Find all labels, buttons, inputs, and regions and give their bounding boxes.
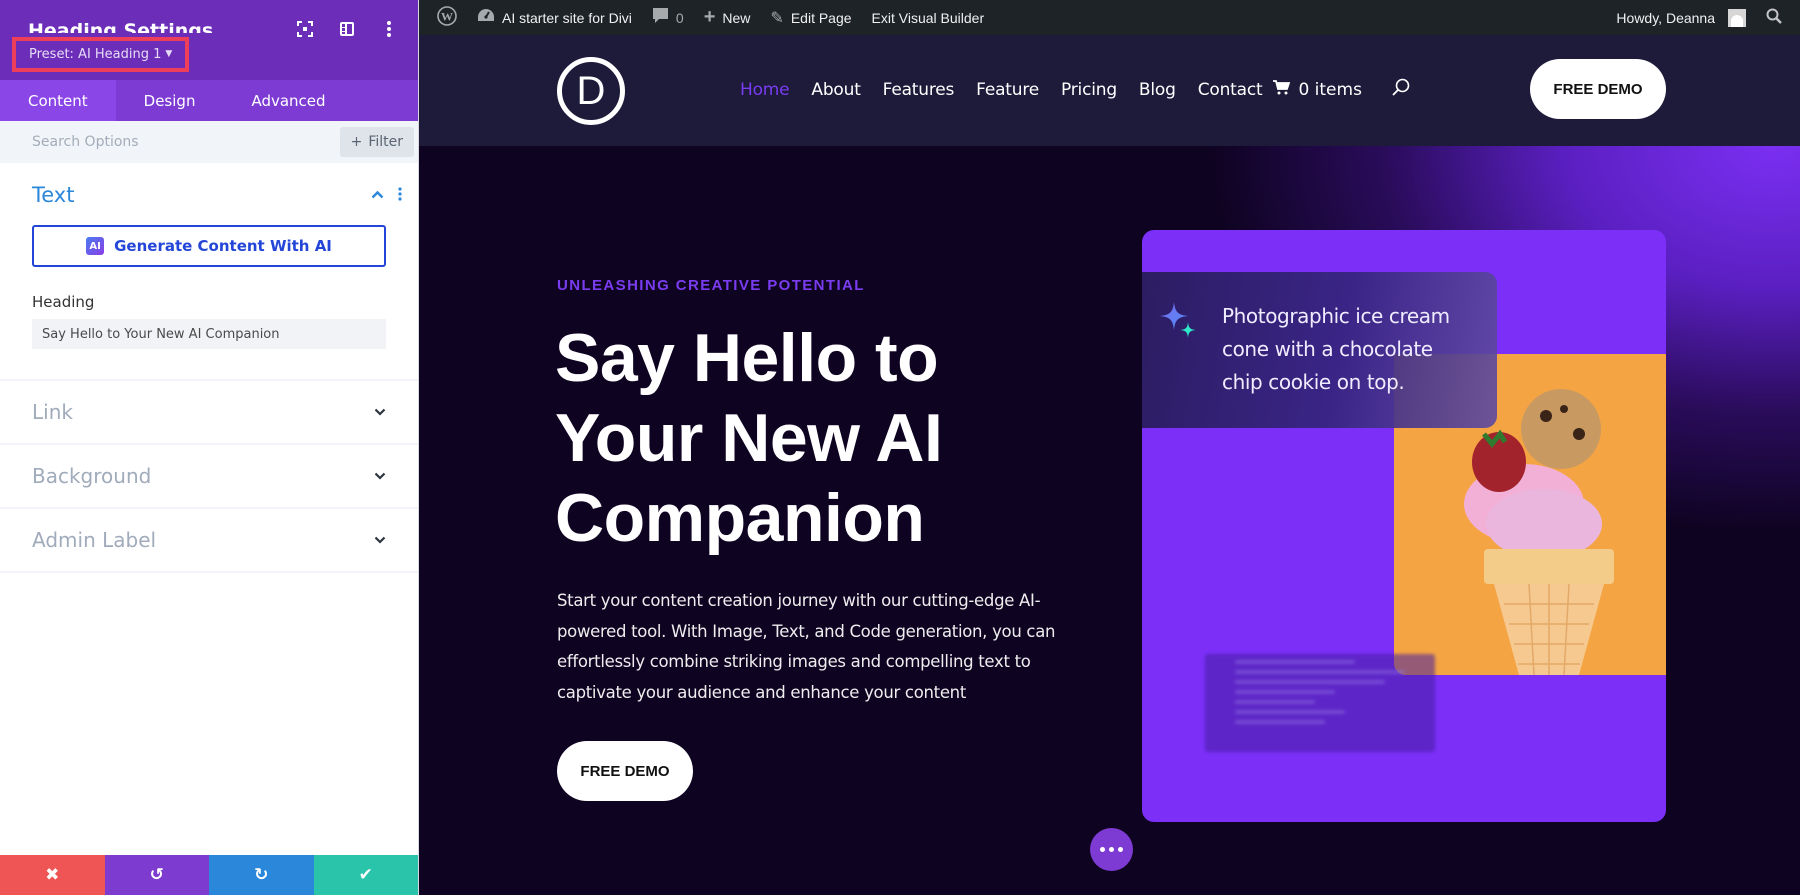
generate-content-ai-button[interactable]: AI Generate Content With AI	[32, 225, 386, 267]
split-view-icon[interactable]	[338, 20, 356, 38]
svg-text:W: W	[441, 10, 453, 24]
heading-field-input[interactable]	[32, 319, 386, 349]
comment-icon	[652, 7, 669, 29]
preset-selector[interactable]: Preset: AI Heading 1 ▼	[12, 37, 190, 72]
heading-field-label: Heading	[32, 293, 95, 311]
plus-icon: +	[703, 6, 716, 28]
panel-empty-area	[0, 573, 418, 855]
section-text-header[interactable]: Text	[32, 183, 402, 207]
cart-icon	[1273, 79, 1291, 100]
section-text: Text AI Generate Content With AI Heading	[0, 163, 418, 381]
site-header: D Home About Features Feature Pricing Bl…	[419, 35, 1800, 146]
tab-content[interactable]: Content	[0, 80, 116, 121]
pencil-icon: ✎	[770, 9, 784, 27]
comments-link[interactable]: 0	[642, 7, 694, 29]
new-label: New	[722, 9, 751, 26]
site-name: AI starter site for Divi	[502, 9, 632, 26]
cancel-button[interactable]: ✖	[0, 855, 105, 895]
hero-section: UNLEASHING CREATIVE POTENTIAL Say Hello …	[419, 146, 1800, 895]
redo-button[interactable]: ↻	[209, 855, 314, 895]
chevron-down-icon	[374, 469, 386, 484]
panel-tabs: Content Design Advanced	[0, 80, 418, 121]
hero-heading[interactable]: Say Hello to Your New AI Companion	[555, 318, 1075, 558]
main-nav: Home About Features Feature Pricing Blog…	[729, 78, 1410, 101]
hero-eyebrow: UNLEASHING CREATIVE POTENTIAL	[557, 277, 865, 294]
builder-options-button[interactable]	[1090, 828, 1133, 871]
wordpress-icon: W	[437, 6, 457, 29]
redo-icon: ↻	[254, 865, 269, 885]
new-content-link[interactable]: + New	[694, 6, 761, 29]
wordpress-logo-button[interactable]: W	[427, 6, 467, 29]
section-background-label: Background	[32, 464, 152, 488]
site-logo[interactable]: D	[557, 57, 625, 125]
section-options-icon[interactable]	[398, 186, 402, 205]
ai-prompt-card: Photographic ice cream cone with a choco…	[1142, 272, 1497, 428]
settings-panel: Heading Settings Preset: AI Heading 1 ▼ C…	[0, 0, 419, 895]
search-icon	[1766, 8, 1782, 27]
save-button[interactable]: ✔	[313, 855, 418, 895]
section-link[interactable]: Link	[0, 381, 418, 445]
account-menu[interactable]: Howdy, Deanna	[1606, 8, 1756, 27]
preset-label: Preset: AI Heading 1	[29, 47, 162, 62]
feature-card: Photographic ice cream cone with a choco…	[1142, 230, 1666, 822]
search-row: + Filter	[0, 121, 418, 163]
filter-label: Filter	[368, 134, 403, 150]
plus-icon: +	[350, 134, 363, 150]
dot-icon	[1109, 847, 1114, 852]
hero-body-text: Start your content creation journey with…	[557, 591, 1056, 702]
site-search-icon[interactable]	[1392, 78, 1410, 101]
nav-home[interactable]: Home	[729, 80, 800, 100]
section-background[interactable]: Background	[0, 445, 418, 509]
sparkle-icon	[1158, 300, 1202, 344]
edit-page-link[interactable]: ✎ Edit Page	[760, 8, 861, 28]
edit-page-label: Edit Page	[790, 9, 852, 26]
chevron-down-icon	[374, 533, 386, 548]
greeting: Howdy, Deanna	[1616, 9, 1715, 26]
undo-icon: ↺	[149, 865, 164, 885]
check-icon: ✔	[358, 865, 373, 885]
section-link-label: Link	[32, 400, 73, 424]
ai-button-label: Generate Content With AI	[114, 237, 332, 255]
section-admin-label-label: Admin Label	[32, 528, 157, 552]
site-name-link[interactable]: AI starter site for Divi	[467, 7, 642, 28]
code-snippet-preview	[1205, 654, 1435, 752]
tab-design[interactable]: Design	[116, 80, 224, 121]
expand-icon[interactable]	[296, 20, 314, 38]
nav-pricing[interactable]: Pricing	[1050, 80, 1128, 100]
more-options-icon[interactable]	[380, 20, 398, 38]
filter-button[interactable]: + Filter	[339, 127, 414, 157]
nav-about[interactable]: About	[800, 80, 871, 100]
nav-features[interactable]: Features	[872, 80, 966, 100]
panel-title: Heading Settings	[28, 20, 214, 33]
chevron-up-icon[interactable]	[371, 187, 384, 203]
cart-label: 0 items	[1298, 79, 1362, 100]
nav-blog[interactable]: Blog	[1128, 80, 1187, 100]
header-free-demo-button[interactable]: FREE DEMO	[1530, 59, 1666, 119]
exit-label: Exit Visual Builder	[871, 9, 985, 26]
dot-icon	[1100, 847, 1105, 852]
avatar	[1728, 8, 1746, 27]
section-title: Text	[32, 183, 75, 207]
undo-button[interactable]: ↺	[104, 855, 209, 895]
ai-icon: AI	[86, 237, 105, 255]
admin-search-button[interactable]	[1756, 8, 1792, 27]
wp-admin-bar: W AI starter site for Divi 0 + New ✎ Edi…	[419, 0, 1800, 35]
exit-visual-builder-link[interactable]: Exit Visual Builder	[862, 10, 995, 26]
nav-feature[interactable]: Feature	[965, 80, 1050, 100]
dashboard-icon	[477, 7, 495, 28]
comments-count: 0	[675, 9, 684, 26]
cart-link[interactable]: 0 items	[1273, 80, 1371, 100]
panel-header: Heading Settings Preset: AI Heading 1 ▼	[0, 0, 418, 80]
chevron-down-icon	[374, 405, 386, 420]
hero-free-demo-button[interactable]: FREE DEMO	[557, 741, 693, 801]
close-icon: ✖	[45, 865, 60, 885]
search-options-input[interactable]	[32, 134, 340, 150]
caret-down-icon: ▼	[165, 49, 173, 59]
ai-prompt-text: Photographic ice cream cone with a choco…	[1222, 304, 1450, 394]
panel-footer: ✖ ↺ ↻ ✔	[0, 855, 418, 895]
dot-icon	[1118, 847, 1123, 852]
nav-contact[interactable]: Contact	[1187, 80, 1274, 100]
tab-advanced[interactable]: Advanced	[223, 80, 353, 121]
section-admin-label[interactable]: Admin Label	[0, 509, 418, 573]
